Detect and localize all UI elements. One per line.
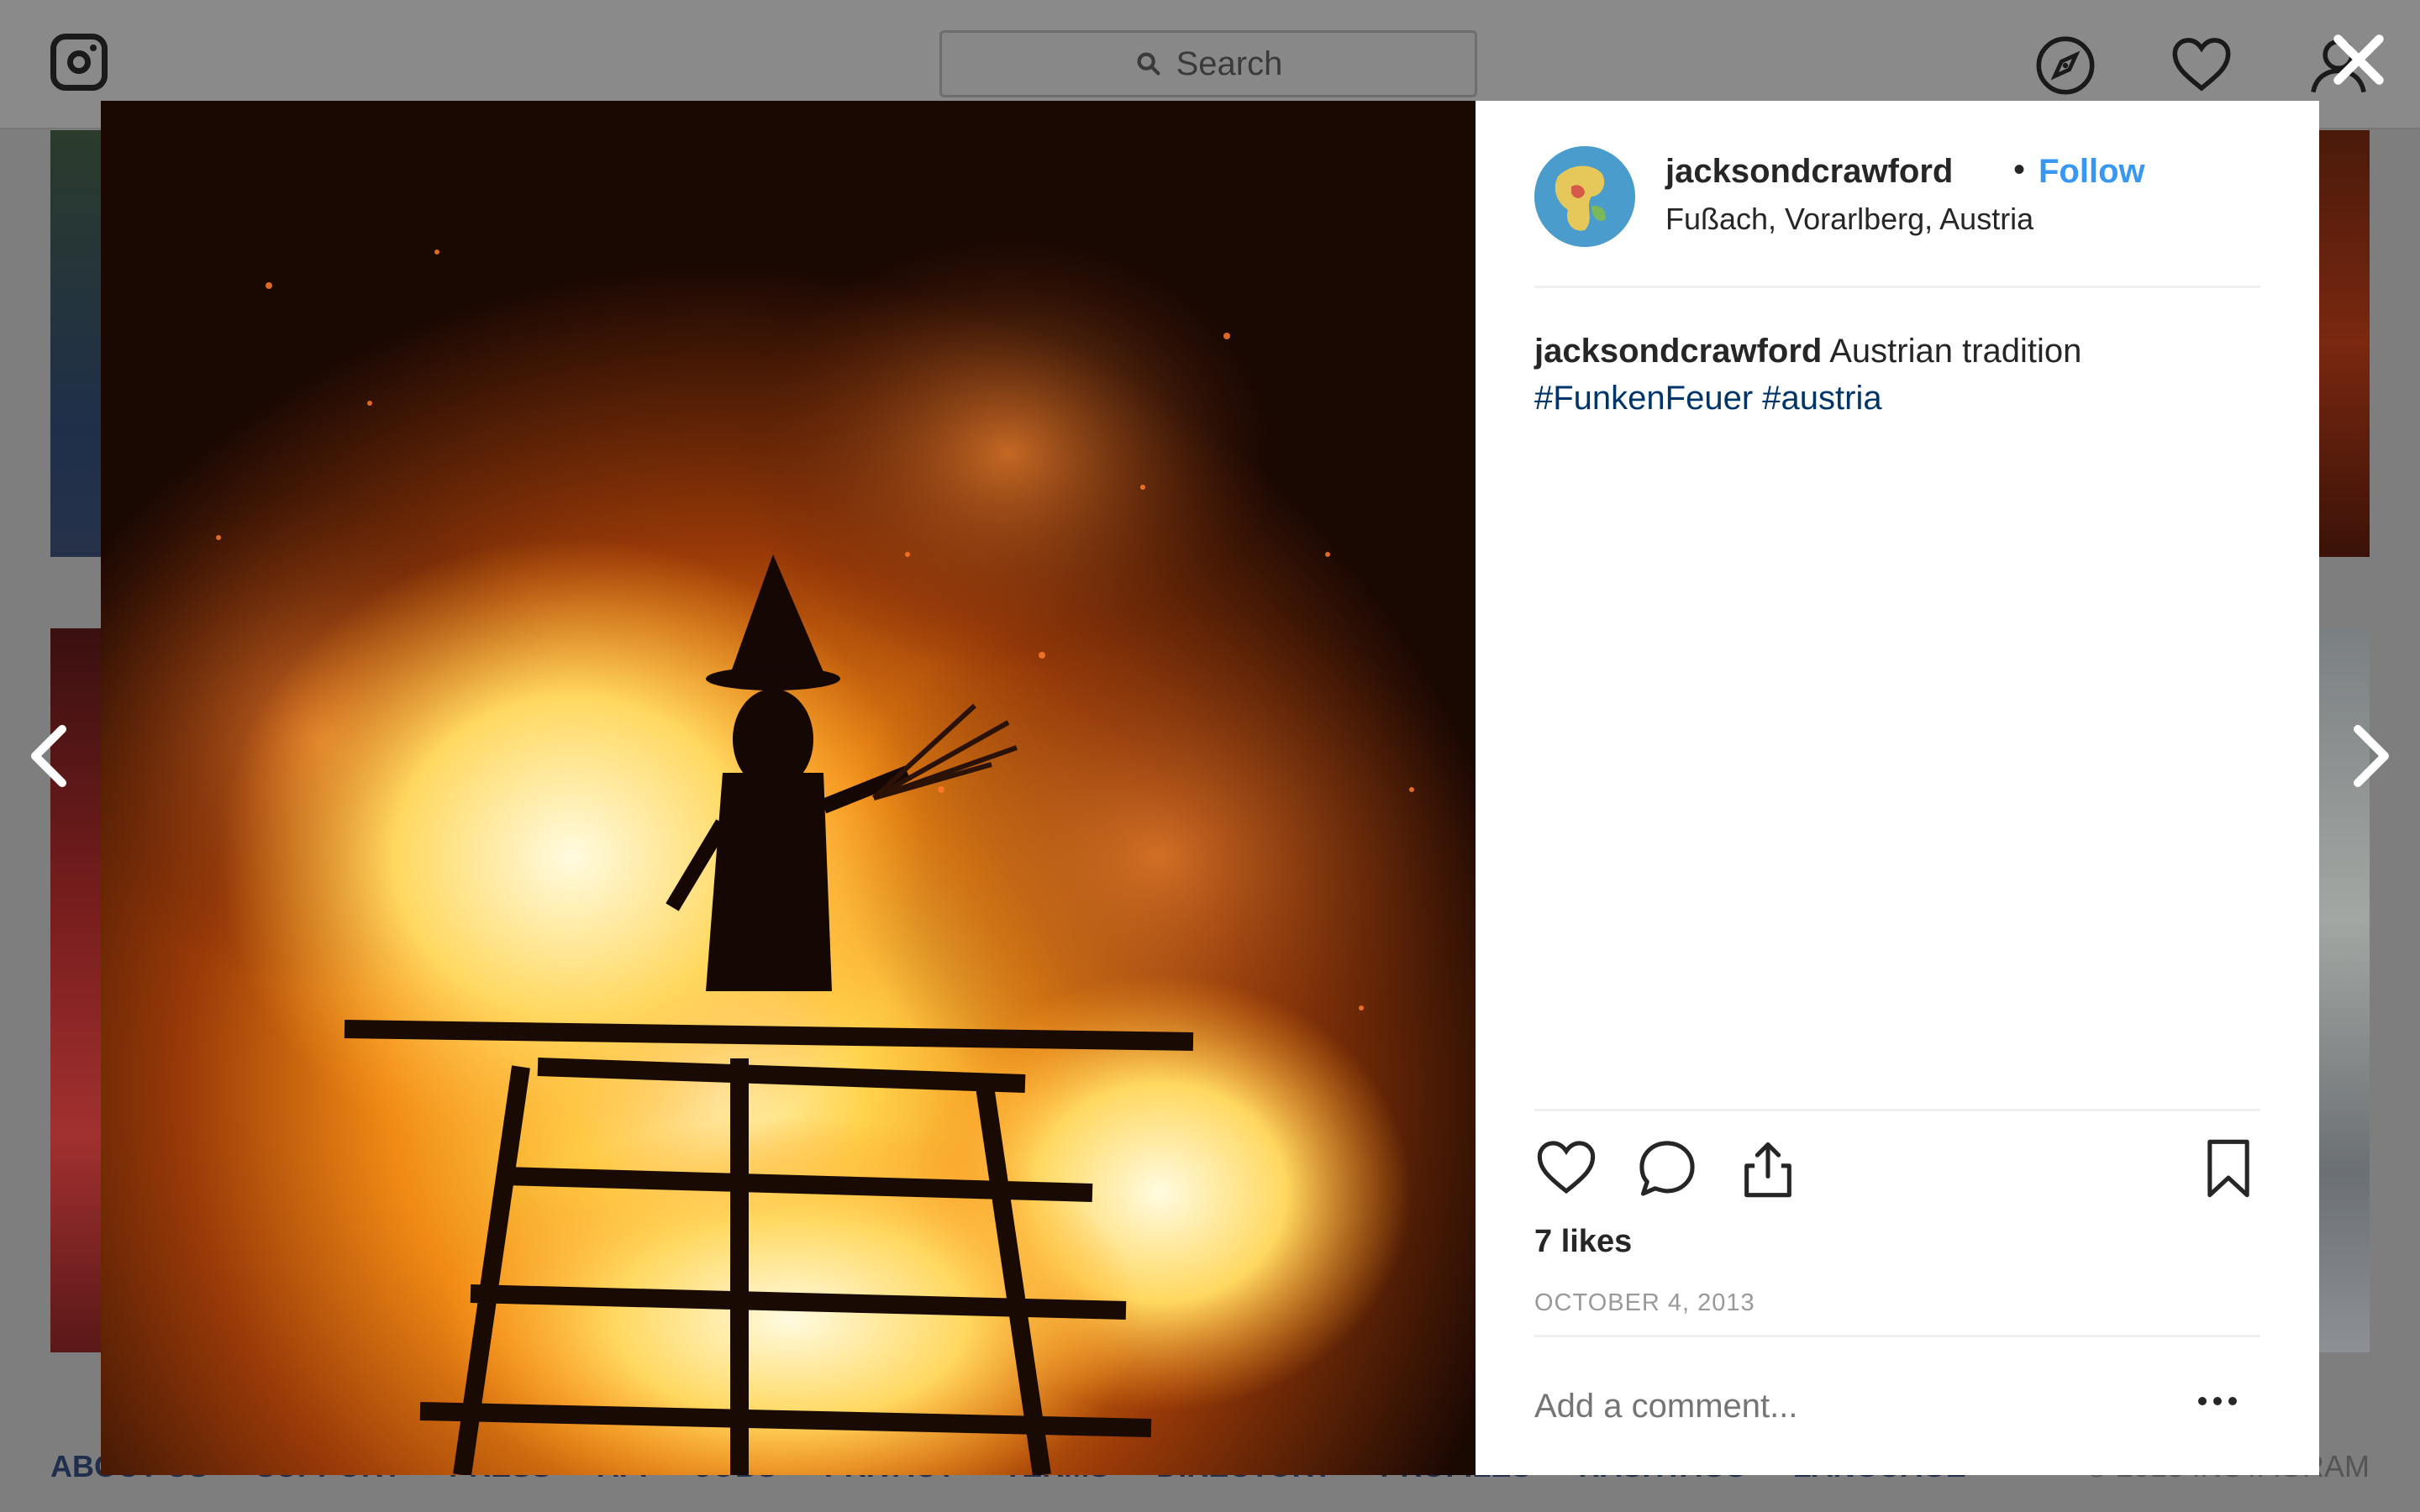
post-date: OCTOBER 4, 2013	[1534, 1289, 1755, 1316]
ellipsis-icon[interactable]	[2196, 1393, 2238, 1410]
post-caption: jacksondcrawford Austrian tradition #Fun…	[1534, 328, 2260, 422]
post-photo[interactable]	[101, 101, 1476, 1475]
grid-tile[interactable]	[50, 130, 103, 557]
comment-bubble-icon[interactable]	[1635, 1137, 1699, 1200]
search-icon	[1137, 52, 1160, 76]
hashtag-link[interactable]: #FunkenFeuer	[1534, 380, 1753, 417]
heart-outline-icon[interactable]	[1534, 1137, 1598, 1200]
search-input[interactable]: Search	[939, 30, 1477, 97]
compass-icon[interactable]	[2033, 34, 2097, 97]
caption-username[interactable]: jacksondcrawford	[1534, 333, 1822, 370]
logo-dot	[90, 45, 97, 51]
post-modal: jacksondcrawford • Follow Fußach, Vorarl…	[101, 101, 2319, 1475]
avatar[interactable]	[1534, 146, 1635, 247]
share-icon[interactable]	[1736, 1137, 1800, 1200]
comment-section	[1534, 1335, 2260, 1472]
close-icon[interactable]	[2329, 30, 2388, 89]
search-placeholder: Search	[1176, 45, 1283, 82]
comment-input[interactable]	[1534, 1388, 2173, 1425]
post-location[interactable]: Fußach, Vorarlberg, Austria	[1665, 202, 2033, 237]
caption-text: Austrian tradition	[1829, 333, 2082, 370]
chevron-right-icon[interactable]	[2344, 722, 2395, 790]
instagram-logo-icon[interactable]	[50, 34, 108, 91]
heart-icon[interactable]	[2170, 34, 2233, 97]
follow-button[interactable]: Follow	[2039, 153, 2145, 191]
logo-lens	[67, 50, 91, 74]
post-header: jacksondcrawford • Follow Fußach, Vorarl…	[1534, 146, 2260, 288]
post-sidebar: jacksondcrawford • Follow Fußach, Vorarl…	[1476, 101, 2319, 1475]
hashtag-link[interactable]: #austria	[1762, 380, 1881, 417]
bookmark-icon[interactable]	[2196, 1137, 2260, 1200]
post-username[interactable]: jacksondcrawford	[1665, 153, 1953, 191]
separator-dot: •	[2013, 151, 2026, 188]
grid-tile[interactable]	[2317, 130, 2370, 557]
post-actions: 7 likes OCTOBER 4, 2013	[1534, 1109, 2260, 1464]
chevron-left-icon[interactable]	[25, 722, 76, 790]
like-count[interactable]: 7 likes	[1534, 1224, 1632, 1260]
